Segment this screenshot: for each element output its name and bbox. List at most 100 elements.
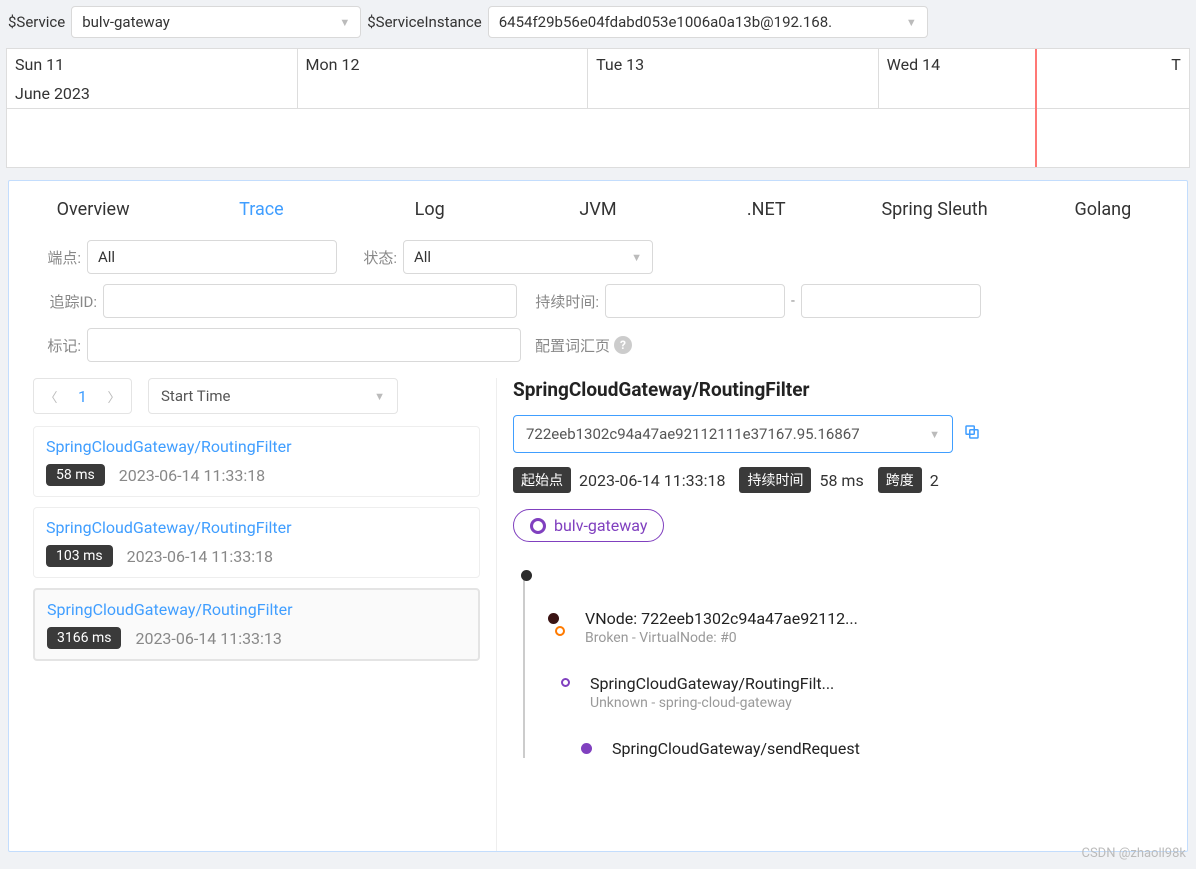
tab-golang[interactable]: Golang	[1019, 199, 1187, 220]
traceid-value: 722eeb1302c94a47ae92112111e37167.95.1686…	[526, 425, 860, 443]
trace-item[interactable]: SpringCloudGateway/RoutingFilter 3166 ms…	[33, 588, 480, 661]
day-cell: Sun 11 June 2023	[7, 49, 298, 108]
duration-badge: 3166 ms	[47, 627, 121, 649]
meta-row: 起始点 2023-06-14 11:33:18 持续时间 58 ms 跨度 2	[513, 467, 1171, 493]
help-icon: ?	[614, 336, 632, 354]
duration-to-input[interactable]	[801, 284, 981, 318]
duration-separator: -	[791, 293, 795, 309]
status-select[interactable]: All ▼	[403, 240, 653, 274]
main-panel: Overview Trace Log JVM .NET Spring Sleut…	[8, 180, 1188, 852]
trace-meta: 58 ms 2023-06-14 11:33:18	[46, 464, 467, 486]
duration-badge: 58 ms	[46, 464, 105, 486]
span-sub: Unknown - spring-cloud-gateway	[590, 695, 834, 711]
service-chip-row: bulv-gateway	[513, 509, 1171, 542]
span-tree: VNode: 722eeb1302c94a47ae92112... Broken…	[513, 566, 1171, 758]
span-dot	[581, 743, 592, 754]
span-title: VNode: 722eeb1302c94a47ae92112...	[585, 609, 858, 628]
tab-sleuth[interactable]: Spring Sleuth	[850, 199, 1018, 220]
duration-label: 持续时间:	[529, 291, 599, 312]
copy-icon[interactable]	[963, 423, 981, 446]
vocab-link[interactable]: 配置词汇页 ?	[535, 335, 632, 356]
duration-value: 58 ms	[819, 471, 863, 490]
endpoint-value: All	[98, 248, 115, 266]
span-value: 2	[930, 471, 939, 490]
filter-row-3: 标记: 配置词汇页 ?	[37, 328, 1159, 362]
service-chip-label: bulv-gateway	[554, 516, 647, 535]
traceid-label: 追踪ID:	[37, 291, 97, 312]
day-cell: Tue 13	[588, 49, 879, 108]
content-split: 〈 1 〉 Start Time ▼ SpringCloudGateway/Ro…	[25, 378, 1171, 851]
chevron-down-icon: ▼	[631, 251, 642, 264]
instance-select[interactable]: 6454f29b56e04fdabd053e1006a0a13b@192.168…	[488, 6, 928, 38]
day-cell: T	[1169, 49, 1189, 108]
service-select[interactable]: bulv-gateway ▼	[71, 6, 361, 38]
tag-input[interactable]	[87, 328, 521, 362]
trace-item[interactable]: SpringCloudGateway/RoutingFilter 58 ms 2…	[33, 426, 480, 497]
tab-log[interactable]: Log	[346, 199, 514, 220]
traceid-input[interactable]	[103, 284, 517, 318]
filters: 端点: All 状态: All ▼ 追踪ID: 持续时间: - 标记: 配置词汇…	[9, 234, 1187, 364]
service-value: bulv-gateway	[82, 13, 170, 31]
day-label: Tue 13	[596, 55, 870, 74]
service-label: $Service	[8, 13, 65, 31]
endpoint-label: 端点:	[37, 247, 81, 268]
day-cell: Wed 14	[879, 49, 1170, 108]
span-dot-broken	[555, 626, 565, 636]
tab-overview[interactable]: Overview	[9, 199, 177, 220]
trace-item[interactable]: SpringCloudGateway/RoutingFilter 103 ms …	[33, 507, 480, 578]
span-node[interactable]: SpringCloudGateway/sendRequest	[581, 739, 1171, 758]
span-text: VNode: 722eeb1302c94a47ae92112... Broken…	[585, 609, 858, 646]
sort-select[interactable]: Start Time ▼	[148, 378, 398, 414]
trace-title: SpringCloudGateway/RoutingFilter	[46, 437, 467, 456]
month-label: June 2023	[15, 84, 289, 103]
chevron-down-icon: ▼	[929, 428, 940, 441]
top-bar: $Service bulv-gateway ▼ $ServiceInstance…	[0, 0, 1196, 44]
chevron-down-icon: ▼	[374, 390, 385, 403]
span-sub: Broken - VirtualNode: #0	[585, 630, 858, 646]
start-value: 2023-06-14 11:33:18	[579, 471, 725, 490]
trace-list-panel: 〈 1 〉 Start Time ▼ SpringCloudGateway/Ro…	[25, 378, 497, 851]
pager-next[interactable]: 〉	[97, 379, 131, 413]
instance-label: $ServiceInstance	[367, 13, 482, 31]
tab-bar: Overview Trace Log JVM .NET Spring Sleut…	[9, 181, 1187, 234]
start-badge: 起始点	[513, 467, 571, 493]
tree-line	[523, 572, 525, 758]
day-label: Sun 11	[15, 55, 289, 74]
tab-trace[interactable]: Trace	[177, 199, 345, 220]
status-value: All	[414, 248, 431, 266]
detail-id-row: 722eeb1302c94a47ae92112111e37167.95.1686…	[513, 415, 1171, 453]
day-label: Mon 12	[306, 55, 580, 74]
pager-current[interactable]: 1	[68, 387, 97, 406]
filter-row-2: 追踪ID: 持续时间: -	[37, 284, 1159, 318]
trace-time: 2023-06-14 11:33:18	[127, 547, 273, 566]
trace-title: SpringCloudGateway/RoutingFilter	[47, 600, 466, 619]
watermark: CSDN @zhaoll98k	[1081, 846, 1186, 861]
span-dot	[521, 570, 532, 581]
span-node[interactable]: SpringCloudGateway/RoutingFilt... Unknow…	[561, 674, 1171, 711]
span-badge: 跨度	[878, 467, 922, 493]
time-marker[interactable]	[1035, 49, 1037, 167]
trace-title: SpringCloudGateway/RoutingFilter	[46, 518, 467, 537]
instance-value: 6454f29b56e04fdabd053e1006a0a13b@192.168…	[499, 13, 832, 31]
duration-from-input[interactable]	[605, 284, 785, 318]
tab-net[interactable]: .NET	[682, 199, 850, 220]
trace-time: 2023-06-14 11:33:13	[135, 629, 281, 648]
span-dot	[548, 613, 559, 624]
endpoint-select[interactable]: All	[87, 240, 337, 274]
day-cell: Mon 12	[298, 49, 589, 108]
trace-meta: 3166 ms 2023-06-14 11:33:13	[47, 627, 466, 649]
span-node[interactable]: VNode: 722eeb1302c94a47ae92112... Broken…	[541, 609, 1171, 646]
traceid-select[interactable]: 722eeb1302c94a47ae92112111e37167.95.1686…	[513, 415, 953, 453]
detail-title: SpringCloudGateway/RoutingFilter	[513, 378, 1171, 401]
duration-badge: 103 ms	[46, 545, 113, 567]
span-dot-group	[541, 609, 565, 636]
span-title: SpringCloudGateway/sendRequest	[612, 739, 860, 758]
service-chip[interactable]: bulv-gateway	[513, 509, 664, 542]
span-node-root[interactable]	[521, 566, 1171, 581]
span-dot	[561, 678, 570, 687]
duration-badge: 持续时间	[739, 467, 811, 493]
pager-prev[interactable]: 〈	[34, 379, 68, 413]
timeline[interactable]: Sun 11 June 2023 Mon 12 Tue 13 Wed 14 T	[6, 48, 1190, 168]
tab-jvm[interactable]: JVM	[514, 199, 682, 220]
span-text: SpringCloudGateway/sendRequest	[612, 739, 860, 758]
